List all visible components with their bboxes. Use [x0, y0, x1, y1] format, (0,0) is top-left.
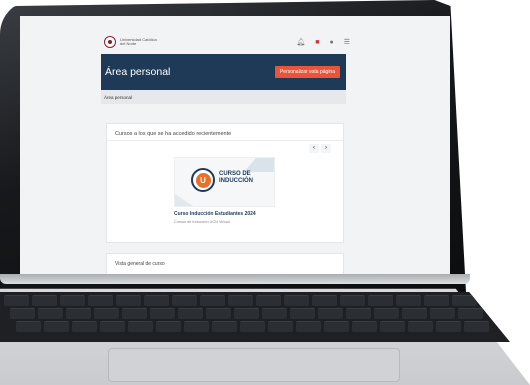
- trackpad: [108, 348, 400, 382]
- key: [60, 295, 85, 306]
- key: [312, 295, 337, 306]
- key: [44, 321, 69, 332]
- key-row: [4, 295, 477, 306]
- course-overview-title: Vista general de curso: [115, 261, 165, 267]
- brand[interactable]: Universidad Católica del Norte: [104, 36, 160, 48]
- key: [296, 321, 321, 332]
- menu-icon[interactable]: ☰: [344, 39, 350, 46]
- key: [150, 308, 175, 319]
- recent-courses-card: Cursos a los que se ha accedido reciente…: [106, 123, 344, 243]
- key: [268, 321, 293, 332]
- key: [324, 321, 349, 332]
- course-image-text: CURSO DE INDUCCIÓN: [219, 171, 269, 185]
- key: [368, 295, 393, 306]
- bell-icon[interactable]: 🔔︎: [296, 39, 305, 46]
- key-row: [10, 308, 483, 319]
- university-logo-icon: [104, 36, 116, 48]
- key: [424, 295, 449, 306]
- breadcrumb: Área personal: [101, 90, 346, 104]
- key: [408, 321, 433, 332]
- key: [10, 308, 35, 319]
- course-image-line2: INDUCCIÓN: [219, 178, 253, 184]
- carousel-controls: ‹ ›: [309, 144, 331, 153]
- key: [178, 308, 203, 319]
- key: [396, 295, 421, 306]
- key: [346, 308, 371, 319]
- key: [128, 321, 153, 332]
- customize-page-button[interactable]: Personalizar esta página: [274, 66, 340, 78]
- key: [436, 321, 461, 332]
- decoration: [244, 158, 274, 172]
- key: [458, 308, 483, 319]
- course-image-line1: CURSO DE: [219, 171, 251, 177]
- key: [206, 308, 231, 319]
- key: [452, 295, 477, 306]
- key: [340, 295, 365, 306]
- key: [240, 321, 265, 332]
- keyboard: [0, 292, 510, 342]
- brand-name: Universidad Católica del Norte: [120, 36, 157, 46]
- key: [38, 308, 63, 319]
- key: [32, 295, 57, 306]
- key: [284, 295, 309, 306]
- key: [464, 321, 489, 332]
- key: [88, 295, 113, 306]
- key: [200, 295, 225, 306]
- key: [402, 308, 427, 319]
- key: [352, 321, 377, 332]
- course-name-link[interactable]: Curso Inducción Estudiantes 2024: [174, 211, 273, 217]
- top-navbar: Universidad Católica del Norte 🔔︎ ■ ● ☰: [104, 28, 350, 56]
- key: [234, 308, 259, 319]
- key: [172, 295, 197, 306]
- key: [212, 321, 237, 332]
- page-title: Área personal: [105, 66, 171, 78]
- key: [66, 308, 91, 319]
- course-card[interactable]: U CURSO DE INDUCCIÓN Curso Inducción Est…: [174, 157, 275, 237]
- next-button[interactable]: ›: [321, 144, 331, 153]
- ucn-emblem-icon: U: [191, 168, 215, 192]
- key: [374, 308, 399, 319]
- key: [290, 308, 315, 319]
- prev-button[interactable]: ‹: [309, 144, 319, 153]
- key: [122, 308, 147, 319]
- divider: [107, 140, 343, 141]
- key: [380, 321, 405, 332]
- key: [16, 321, 41, 332]
- key: [318, 308, 343, 319]
- course-category: Cursos de Inducción UCN Virtual: [174, 220, 230, 224]
- key: [256, 295, 281, 306]
- key: [4, 295, 29, 306]
- key: [144, 295, 169, 306]
- key: [184, 321, 209, 332]
- key: [430, 308, 455, 319]
- key-row: [16, 321, 489, 332]
- emblem-letter: U: [195, 172, 211, 188]
- page-header: Área personal Personalizar esta página: [101, 54, 346, 90]
- decoration: [175, 194, 193, 206]
- user-icon[interactable]: ●: [329, 39, 333, 46]
- recent-courses-title: Cursos a los que se ha accedido reciente…: [115, 131, 232, 137]
- key: [228, 295, 253, 306]
- course-image[interactable]: U CURSO DE INDUCCIÓN: [174, 157, 275, 207]
- laptop-screen: Universidad Católica del Norte 🔔︎ ■ ● ☰ …: [20, 16, 450, 278]
- key: [94, 308, 119, 319]
- key: [72, 321, 97, 332]
- breadcrumb-item[interactable]: Área personal: [104, 95, 132, 100]
- key: [116, 295, 141, 306]
- notification-badge-icon[interactable]: ■: [315, 39, 319, 46]
- laptop-hinge: [0, 274, 470, 284]
- key: [100, 321, 125, 332]
- navbar-icons: 🔔︎ ■ ● ☰: [296, 39, 350, 46]
- key: [156, 321, 181, 332]
- key: [262, 308, 287, 319]
